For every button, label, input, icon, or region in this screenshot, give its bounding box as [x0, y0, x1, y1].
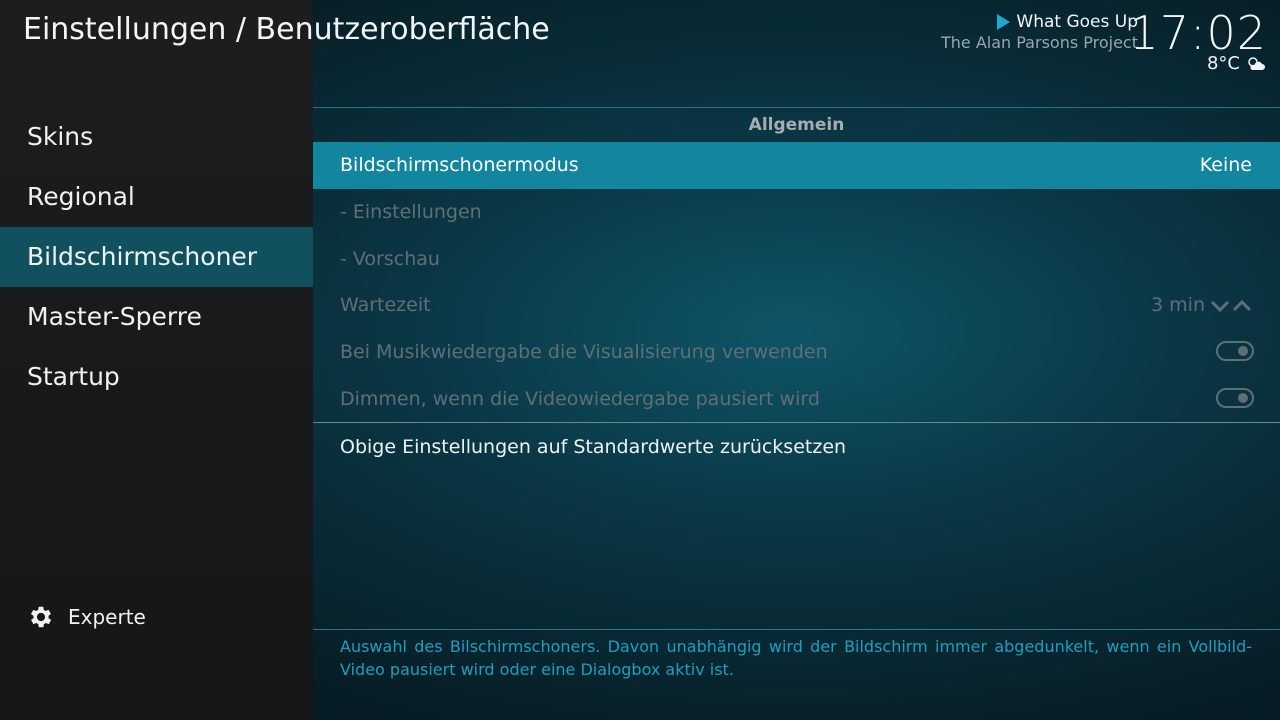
reset-label: Obige Einstellungen auf Standardwerte zu… [340, 436, 847, 458]
reset-defaults-button[interactable]: Obige Einstellungen auf Standardwerte zu… [313, 424, 1280, 471]
sidebar-item-screensaver[interactable]: Bildschirmschoner [0, 227, 313, 287]
reset-divider [313, 422, 1280, 423]
setting-music-visualization[interactable]: Bei Musikwiedergabe die Visualisierung v… [313, 329, 1280, 376]
sidebar-item-regional[interactable]: Regional [0, 167, 313, 227]
sidebar-item-startup[interactable]: Startup [0, 347, 313, 407]
setting-label: Bildschirmschonermodus [340, 154, 579, 176]
setting-value: Keine [1199, 154, 1252, 176]
setting-label: Wartezeit [340, 294, 431, 316]
toggle-switch[interactable] [1216, 388, 1254, 408]
spinner-control[interactable] [1210, 296, 1254, 316]
sidebar: Skins Regional Bildschirmschoner Master-… [0, 0, 313, 720]
setting-label: Dimmen, wenn die Videowiedergabe pausier… [340, 388, 820, 410]
chevron-up-icon [1232, 299, 1252, 312]
setting-screensaver-settings[interactable]: - Einstellungen [313, 189, 1280, 236]
setting-screensaver-preview[interactable]: - Vorschau [313, 236, 1280, 283]
description-divider [313, 629, 1280, 630]
chevron-down-icon [1210, 300, 1230, 313]
toggle-knob [1238, 393, 1248, 403]
sidebar-item-skins[interactable]: Skins [0, 107, 313, 167]
gear-icon [30, 606, 52, 628]
setting-wait-time[interactable]: Wartezeit 3 min [313, 282, 1280, 329]
group-header: Allgemein [748, 115, 845, 135]
setting-screensaver-mode[interactable]: Bildschirmschonermodus Keine [313, 142, 1280, 189]
setting-label: - Vorschau [340, 248, 440, 270]
kodi-settings-screen: Skins Regional Bildschirmschoner Master-… [0, 0, 1280, 720]
sidebar-item-master-lock[interactable]: Master-Sperre [0, 287, 313, 347]
toggle-switch[interactable] [1216, 341, 1254, 361]
expert-label: Experte [68, 605, 146, 629]
setting-description: Auswahl des Bilschirmschoners. Davon una… [340, 637, 1252, 679]
setting-label: Bei Musikwiedergabe die Visualisierung v… [340, 341, 828, 363]
group-divider-top [313, 107, 1280, 108]
setting-label: - Einstellungen [340, 201, 482, 223]
setting-dim-on-pause[interactable]: Dimmen, wenn die Videowiedergabe pausier… [313, 376, 1280, 423]
expert-level-button[interactable]: Experte [27, 600, 146, 634]
settings-panel: Allgemein Bildschirmschonermodus Keine -… [313, 0, 1280, 720]
setting-value: 3 min [1151, 294, 1205, 316]
toggle-knob [1238, 346, 1248, 356]
